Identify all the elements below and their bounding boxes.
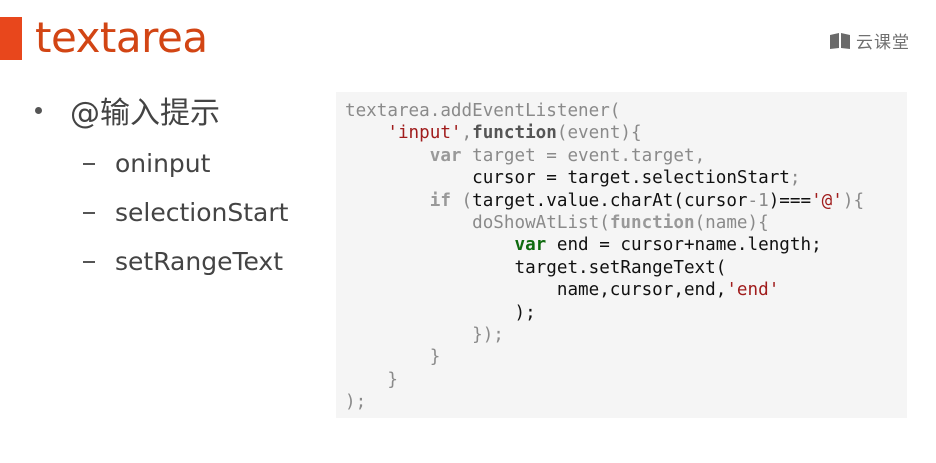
code-token: );: [345, 392, 367, 413]
code-token: ;: [789, 168, 801, 189]
code-line: var target = event.target,: [336, 145, 907, 167]
code-line: });: [336, 324, 907, 346]
code-token: ){: [842, 190, 865, 211]
code-token: (: [450, 190, 473, 211]
code-token: ,: [461, 123, 473, 144]
sub-bullet-selection-start: selectionStart: [83, 188, 288, 237]
code-line: );: [336, 391, 907, 413]
bullet-list: @输入提示 oninput selectionStart setRangeTex…: [35, 88, 288, 286]
code-token: (event){: [556, 123, 642, 144]
sub-bullet-oninput: oninput: [83, 139, 288, 188]
code-line: textarea.addEventListener(: [336, 100, 907, 122]
code-line: cursor = target.selectionStart;: [336, 167, 907, 189]
code-token: name,cursor,end,: [345, 280, 727, 301]
code-token: textarea.addEventListener(: [345, 101, 621, 121]
code-token: var: [514, 235, 547, 256]
code-token: }: [345, 347, 441, 368]
code-token: }: [345, 369, 398, 390]
code-line: doShowAtList(function(name){: [336, 212, 907, 234]
dash-marker: [83, 162, 95, 165]
sub-bullet-label: setRangeText: [115, 247, 284, 276]
code-line: target.setRangeText(: [336, 257, 907, 279]
bullet-item-main: @输入提示: [35, 88, 288, 132]
sub-bullet-label: selectionStart: [115, 198, 289, 227]
code-token: (name){: [694, 212, 769, 233]
code-token: -1: [747, 190, 769, 211]
code-token: 'end': [726, 280, 780, 301]
book-icon: [830, 32, 850, 49]
code-token: )===: [768, 190, 812, 211]
code-token: '@': [811, 190, 843, 211]
code-line: }: [336, 369, 907, 391]
code-line: 'input',function(event){: [336, 122, 907, 144]
code-line: }: [336, 346, 907, 368]
brand-name: 云课堂: [856, 33, 910, 53]
code-line: name,cursor,end,'end': [336, 279, 907, 301]
code-token: 'input': [387, 123, 462, 144]
dash-marker: [83, 260, 95, 263]
slide-title: textarea: [35, 13, 208, 62]
code-token: );: [345, 302, 536, 323]
sub-bullet-set-range-text: setRangeText: [83, 237, 288, 286]
code-token: function: [472, 123, 557, 144]
sub-bullet-list: oninput selectionStart setRangeText: [83, 139, 288, 286]
code-line: var end = cursor+name.length;: [336, 234, 907, 256]
code-token: });: [345, 324, 504, 345]
code-token: target.setRangeText(: [345, 257, 727, 278]
code-token: cursor = target.selectionStart: [345, 168, 790, 189]
bullet-dot: [35, 106, 42, 114]
dash-marker: [83, 211, 95, 214]
code-token: end = cursor+name.length;: [546, 235, 822, 256]
title-accent-bar: [0, 17, 22, 60]
sub-bullet-label: oninput: [115, 149, 211, 178]
brand-logo-group: 云课堂: [829, 28, 910, 53]
code-token: target.value.charAt(cursor: [472, 190, 748, 211]
code-token: var: [429, 145, 462, 166]
code-token: doShowAtList(: [345, 212, 610, 233]
code-token: function: [609, 212, 695, 233]
code-block: textarea.addEventListener( 'input',funct…: [336, 92, 907, 418]
code-token: if: [429, 190, 451, 211]
code-line: );: [336, 302, 907, 324]
bullet-main-label: @输入提示: [70, 96, 220, 131]
code-line: if (target.value.charAt(cursor-1)==='@')…: [336, 190, 907, 212]
code-token: target = event.target,: [461, 145, 706, 166]
